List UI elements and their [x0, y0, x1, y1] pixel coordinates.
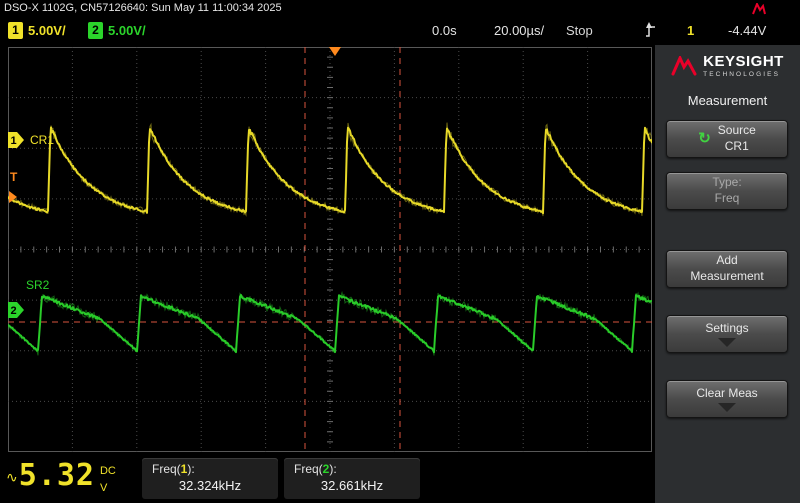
- type-title: Type:: [712, 175, 742, 190]
- softkey-menu: KEYSIGHT TECHNOLOGIES Measurement ↻ Sour…: [655, 45, 800, 503]
- freq-ch1-readout: Freq(1): 32.324kHz: [142, 458, 278, 499]
- freq-label-prefix: Freq(: [294, 462, 323, 476]
- settings-button[interactable]: Settings: [666, 315, 788, 353]
- menu-title: Measurement: [687, 93, 768, 108]
- brand-sub: TECHNOLOGIES: [703, 71, 781, 78]
- timebase-setting[interactable]: 20.00µs/: [494, 22, 544, 39]
- trace-cr1: CR1: [8, 122, 652, 217]
- ch2-badge[interactable]: 2: [88, 22, 103, 39]
- keysight-mini-logo-icon: [752, 3, 766, 15]
- type-value: Freq: [714, 191, 740, 205]
- freq-ch2-value: 32.661kHz: [320, 478, 384, 493]
- title-text: DSO-X 1102G, CN57126640: Sun May 11 11:0…: [4, 2, 282, 14]
- ch1-marker-label: 1: [11, 135, 17, 147]
- graticule: [8, 47, 652, 452]
- acquisition-status[interactable]: Stop: [566, 22, 593, 39]
- freq-label-suffix: ):: [187, 462, 195, 476]
- trigger-position-marker[interactable]: [329, 47, 341, 56]
- settings-label: Settings: [705, 320, 749, 335]
- source-title: Source: [717, 123, 756, 138]
- dvm-unit: V: [99, 481, 108, 494]
- freq-ch2-label: Freq(2):: [284, 462, 420, 476]
- trigger-time-label: T: [10, 170, 18, 184]
- dvm-readout: ∿ 5.32 DC V: [6, 458, 116, 496]
- ch1-badge[interactable]: 1: [8, 22, 23, 39]
- source-button[interactable]: ↻ Source CR1: [666, 120, 788, 158]
- freq-label-prefix: Freq(: [152, 462, 181, 476]
- clear-meas-label: Clear Meas: [696, 385, 758, 400]
- add-measurement-button[interactable]: Add Measurement: [666, 250, 788, 288]
- cycle-source-icon: ↻: [698, 130, 711, 148]
- dvm-value: 5.32: [18, 458, 95, 493]
- trigger-level[interactable]: -4.44V: [728, 22, 766, 39]
- dvm-mode: DC: [99, 465, 116, 477]
- type-button[interactable]: Type: Freq: [666, 172, 788, 210]
- freq-ch2-readout: Freq(2): 32.661kHz: [284, 458, 420, 499]
- source-value: CR1: [724, 139, 749, 153]
- trigger-source[interactable]: 1: [687, 22, 694, 39]
- settings-bar: 1 5.00V/ 2 5.00V/ 0.0s 20.00µs/ Stop 1 -…: [0, 17, 800, 45]
- scope-display: CR1 SR2 1 T 2: [8, 47, 652, 452]
- keysight-logo: KEYSIGHT TECHNOLOGIES: [655, 54, 800, 78]
- add-line1: Add: [716, 253, 738, 268]
- horizontal-delay[interactable]: 0.0s: [432, 22, 457, 39]
- measurement-bar: ∿ 5.32 DC V Freq(1): 32.324kHz Freq(2): …: [0, 455, 655, 503]
- ch2-marker-label: 2: [11, 305, 17, 317]
- ch1-scale[interactable]: 5.00V/: [28, 22, 66, 39]
- ch2-scale[interactable]: 5.00V/: [108, 22, 146, 39]
- freq-ch1-label: Freq(1):: [142, 462, 278, 476]
- trace-label-sr2: SR2: [26, 278, 50, 292]
- chevron-down-icon: [718, 403, 736, 413]
- freq-label-suffix: ):: [329, 462, 337, 476]
- trace-label-cr1: CR1: [30, 133, 54, 147]
- add-line2: Measurement: [690, 269, 764, 283]
- signal-icon: ∿: [6, 469, 18, 485]
- clear-meas-button[interactable]: Clear Meas: [666, 380, 788, 418]
- trigger-edge-icon: [646, 22, 655, 37]
- chevron-down-icon: [718, 338, 736, 348]
- brand-name: KEYSIGHT: [703, 53, 784, 70]
- keysight-spark-icon: [671, 56, 697, 76]
- freq-ch1-value: 32.324kHz: [178, 478, 242, 493]
- title-bar: DSO-X 1102G, CN57126640: Sun May 11 11:0…: [0, 0, 800, 17]
